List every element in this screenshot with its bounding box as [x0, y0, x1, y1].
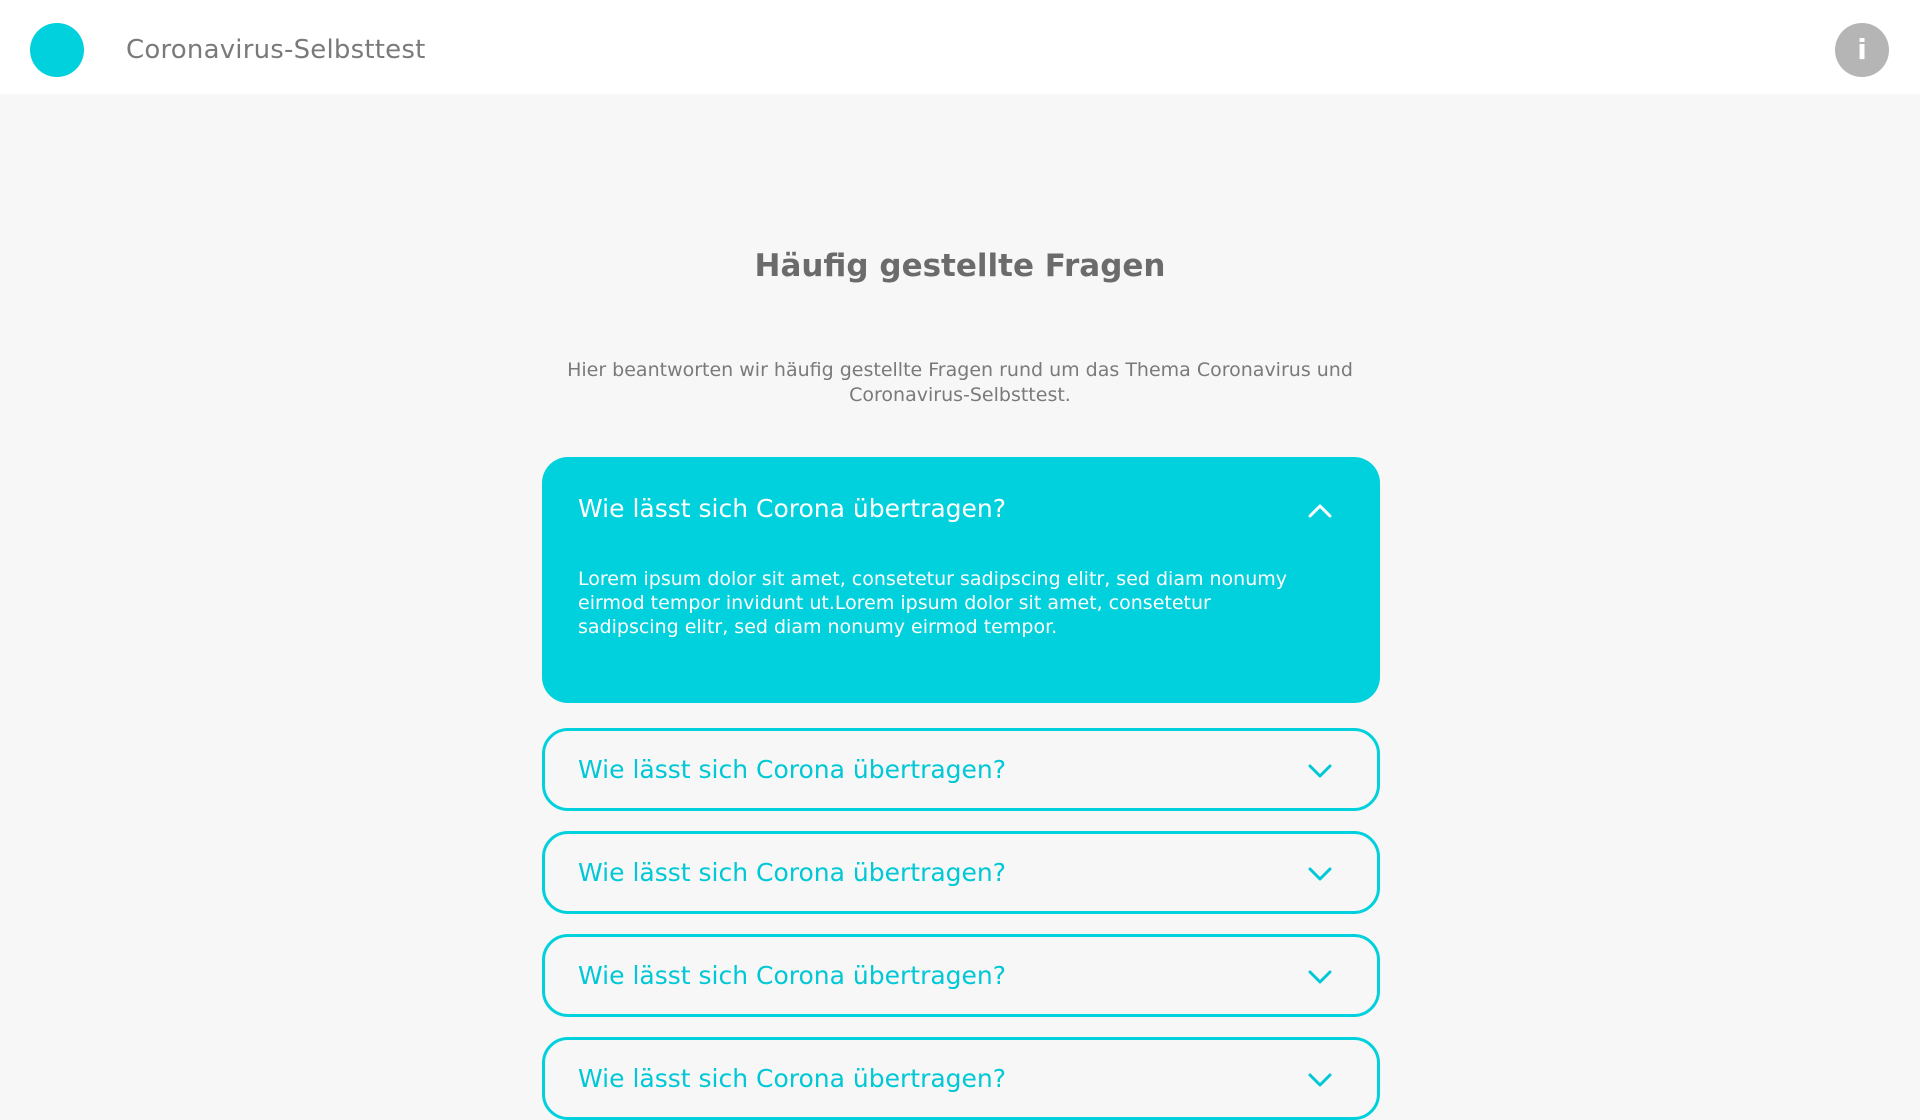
- faq-question: Wie lässt sich Corona übertragen?: [578, 1064, 1007, 1093]
- chevron-down-icon[interactable]: [1304, 755, 1336, 787]
- faq-answer: Lorem ipsum dolor sit amet, consetetur s…: [578, 568, 1288, 638]
- faq-item[interactable]: Wie lässt sich Corona übertragen?: [542, 831, 1380, 914]
- faq-question: Wie lässt sich Corona übertragen?: [578, 858, 1007, 887]
- chevron-down-icon[interactable]: [1304, 961, 1336, 993]
- chevron-down-icon[interactable]: [1304, 858, 1336, 890]
- faq-item[interactable]: Wie lässt sich Corona übertragen?: [542, 934, 1380, 1017]
- faq-question: Wie lässt sich Corona übertragen?: [578, 755, 1007, 784]
- logo-icon[interactable]: [30, 23, 84, 77]
- faq-question: Wie lässt sich Corona übertragen?: [578, 494, 1007, 523]
- chevron-up-icon[interactable]: [1304, 495, 1336, 527]
- chevron-down-icon[interactable]: [1304, 1064, 1336, 1096]
- app-title: Coronavirus-Selbsttest: [126, 35, 426, 65]
- page-title: Häufig gestellte Fragen: [754, 248, 1166, 284]
- faq-item[interactable]: Wie lässt sich Corona übertragen?: [542, 728, 1380, 811]
- faq-question: Wie lässt sich Corona übertragen?: [578, 961, 1007, 990]
- faq-item[interactable]: Wie lässt sich Corona übertragen?: [542, 1037, 1380, 1120]
- app-header: Coronavirus-Selbsttest i: [0, 0, 1920, 94]
- intro-text: Hier beantworten wir häufig gestellte Fr…: [567, 359, 1353, 406]
- faq-item-expanded[interactable]: Wie lässt sich Corona übertragen? Lorem …: [542, 457, 1380, 703]
- info-button[interactable]: i: [1835, 23, 1889, 77]
